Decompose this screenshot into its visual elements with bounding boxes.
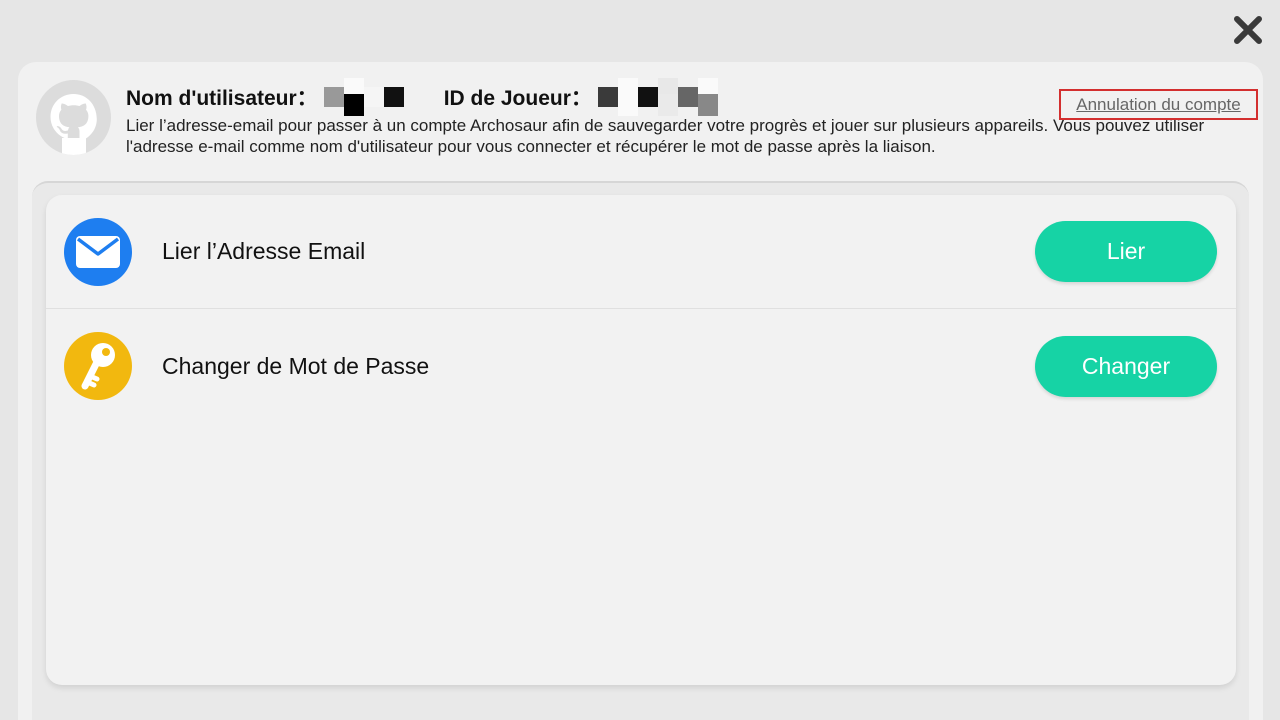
list-item-link-email: Lier l’Adresse Email Lier (46, 195, 1236, 309)
list-item-change-password: Changer de Mot de Passe Changer (46, 309, 1236, 423)
github-cat-icon (50, 94, 97, 155)
user-info-line: Nom d'utilisateur： ID de Joueur： (126, 78, 718, 116)
username-redacted (323, 78, 404, 116)
close-icon (1234, 16, 1262, 44)
settings-list: Lier l’Adresse Email Lier Changer de Mot… (46, 195, 1236, 685)
link-email-button[interactable]: Lier (1035, 221, 1217, 282)
key-icon (64, 332, 132, 400)
avatar (36, 80, 111, 155)
change-password-label: Changer de Mot de Passe (162, 352, 430, 379)
player-id-redacted (597, 78, 718, 116)
player-id-label: ID de Joueur： (443, 87, 592, 110)
change-password-button[interactable]: Changer (1035, 335, 1217, 397)
close-button[interactable] (1228, 10, 1268, 50)
account-panel: Nom d'utilisateur： ID de Joueur： Lier l’… (18, 62, 1263, 720)
envelope-icon (64, 217, 132, 286)
username-label: Nom d'utilisateur： (126, 87, 318, 110)
cancel-account-link[interactable]: Annulation du compte (1059, 89, 1258, 120)
link-account-description: Lier l’adresse-email pour passer à un co… (126, 116, 1205, 156)
link-email-label: Lier l’Adresse Email (162, 238, 366, 264)
